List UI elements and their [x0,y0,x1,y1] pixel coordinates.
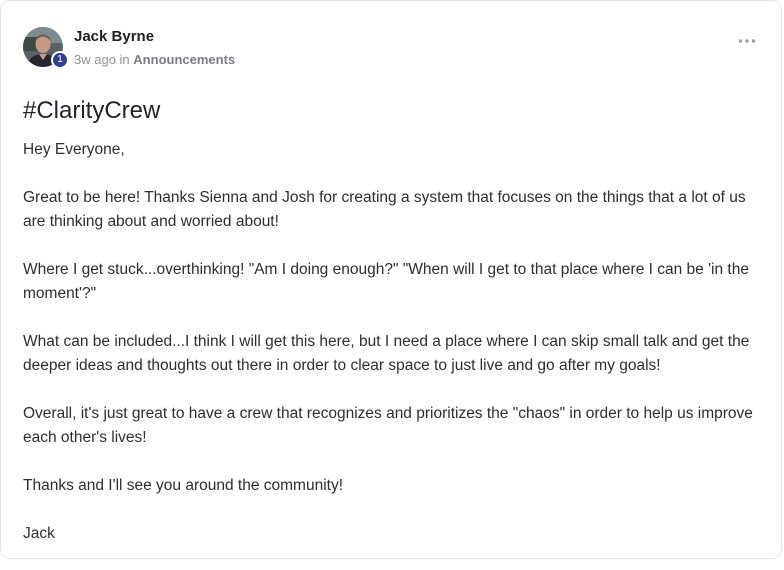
post-paragraph: Overall, it's just great to have a crew … [23,405,753,446]
category-link[interactable]: Announcements [133,52,235,67]
in-label: in [119,52,130,67]
more-horizontal-icon [738,39,756,43]
post-time: 3w ago [74,52,116,67]
post-paragraph: Hey Everyone, [23,141,125,158]
post-title: #ClarityCrew [23,97,161,124]
post-paragraph: What can be included...I think I will ge… [23,333,750,374]
post-paragraph: Thanks and I'll see you around the commu… [23,477,344,494]
post-card: 1 Jack Byrne 3w ago in Announcements #Cl… [0,0,782,559]
author-name[interactable]: Jack Byrne [74,28,235,46]
post-subline: 3w ago in Announcements [74,52,235,68]
post-paragraph: Great to be here! Thanks Sienna and Josh… [23,189,746,230]
more-options-button[interactable] [735,29,759,53]
post-body: Hey Everyone, Great to be here! Thanks S… [23,138,763,570]
level-badge: 1 [51,51,69,69]
post-paragraph: Where I get stuck...overthinking! "Am I … [23,261,749,302]
avatar-container[interactable]: 1 [23,27,69,69]
post-meta: Jack Byrne 3w ago in Announcements [74,27,235,68]
post-header: 1 Jack Byrne 3w ago in Announcements [23,27,235,69]
post-paragraph: Jack [23,525,55,542]
